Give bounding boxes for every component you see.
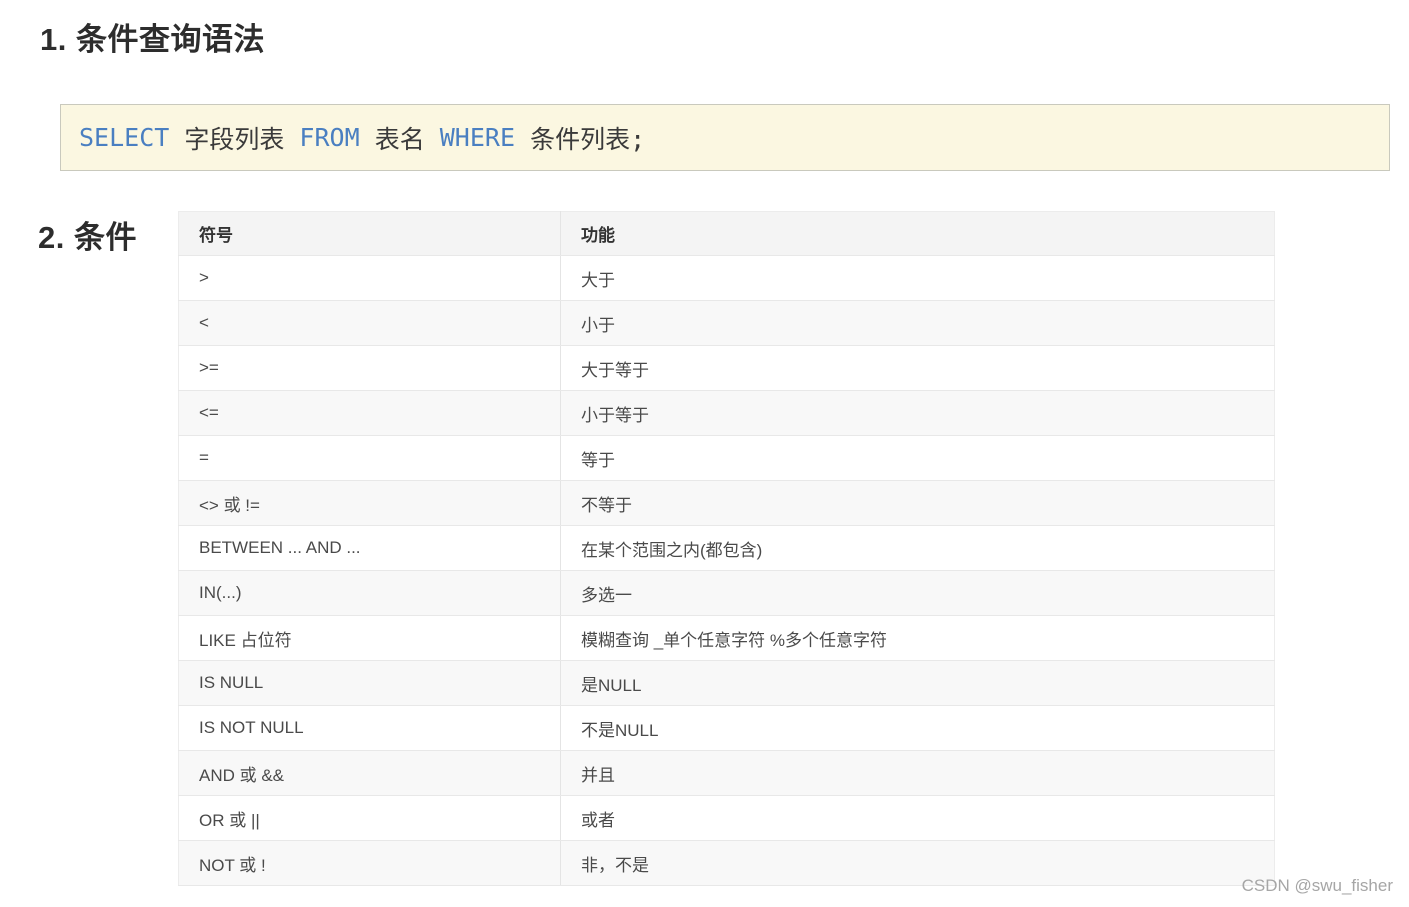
function-cell: 不是NULL: [560, 705, 1275, 751]
function-cell: 大于等于: [560, 345, 1275, 391]
section-title-conditions: 2. 条件: [38, 220, 137, 255]
function-cell: 不等于: [560, 480, 1275, 526]
table-row: > 大于: [178, 255, 1275, 301]
function-cell: 大于: [560, 255, 1275, 301]
symbol-cell: AND 或 &&: [178, 750, 561, 796]
table-row: OR 或 || 或者: [178, 795, 1275, 841]
symbol-cell: OR 或 ||: [178, 795, 561, 841]
column-header-symbol: 符号: [178, 211, 561, 256]
function-cell: 在某个范围之内(都包含): [560, 525, 1275, 571]
table-row: <> 或 != 不等于: [178, 480, 1275, 526]
sql-plain-table: 表名: [359, 124, 440, 154]
table-row: = 等于: [178, 435, 1275, 481]
sql-plain-fields: 字段列表: [169, 124, 300, 154]
table-header-row: 符号 功能: [178, 211, 1275, 256]
table-row: IS NULL 是NULL: [178, 660, 1275, 706]
sql-code-block: SELECT 字段列表 FROM 表名 WHERE 条件列表;: [60, 104, 1390, 171]
function-cell: 模糊查询 _单个任意字符 %多个任意字符: [560, 615, 1275, 661]
symbol-cell: <: [178, 300, 561, 346]
symbol-cell: LIKE 占位符: [178, 615, 561, 661]
sql-plain-conditions: 条件列表;: [515, 124, 646, 154]
symbol-cell: BETWEEN ... AND ...: [178, 525, 561, 571]
function-cell: 非，不是: [560, 840, 1275, 886]
csdn-watermark: CSDN @swu_fisher: [1241, 876, 1393, 895]
symbol-cell: IN(...): [178, 570, 561, 616]
symbol-cell: =: [178, 435, 561, 481]
symbol-cell: IS NULL: [178, 660, 561, 706]
function-cell: 小于: [560, 300, 1275, 346]
symbol-cell: NOT 或 !: [178, 840, 561, 886]
conditions-table: 符号 功能 > 大于 < 小于 >= 大于等于 <= 小于等于 = 等于 <> …: [178, 211, 1275, 886]
symbol-cell: >: [178, 255, 561, 301]
sql-keyword-where: WHERE: [439, 123, 516, 152]
table-row: >= 大于等于: [178, 345, 1275, 391]
function-cell: 并且: [560, 750, 1275, 796]
function-cell: 是NULL: [560, 660, 1275, 706]
symbol-cell: >=: [178, 345, 561, 391]
symbol-cell: <=: [178, 390, 561, 436]
table-row: < 小于: [178, 300, 1275, 346]
function-cell: 小于等于: [560, 390, 1275, 436]
table-row: NOT 或 ! 非，不是: [178, 840, 1275, 886]
column-header-function: 功能: [560, 211, 1275, 256]
function-cell: 等于: [560, 435, 1275, 481]
function-cell: 或者: [560, 795, 1275, 841]
table-row: IN(...) 多选一: [178, 570, 1275, 616]
sql-keyword-select: SELECT: [79, 123, 170, 152]
sql-keyword-from: FROM: [299, 123, 360, 152]
table-row: LIKE 占位符 模糊查询 _单个任意字符 %多个任意字符: [178, 615, 1275, 661]
table-row: <= 小于等于: [178, 390, 1275, 436]
table-row: AND 或 && 并且: [178, 750, 1275, 796]
section-title-syntax: 1. 条件查询语法: [40, 22, 265, 57]
symbol-cell: IS NOT NULL: [178, 705, 561, 751]
table-row: BETWEEN ... AND ... 在某个范围之内(都包含): [178, 525, 1275, 571]
table-row: IS NOT NULL 不是NULL: [178, 705, 1275, 751]
function-cell: 多选一: [560, 570, 1275, 616]
symbol-cell: <> 或 !=: [178, 480, 561, 526]
